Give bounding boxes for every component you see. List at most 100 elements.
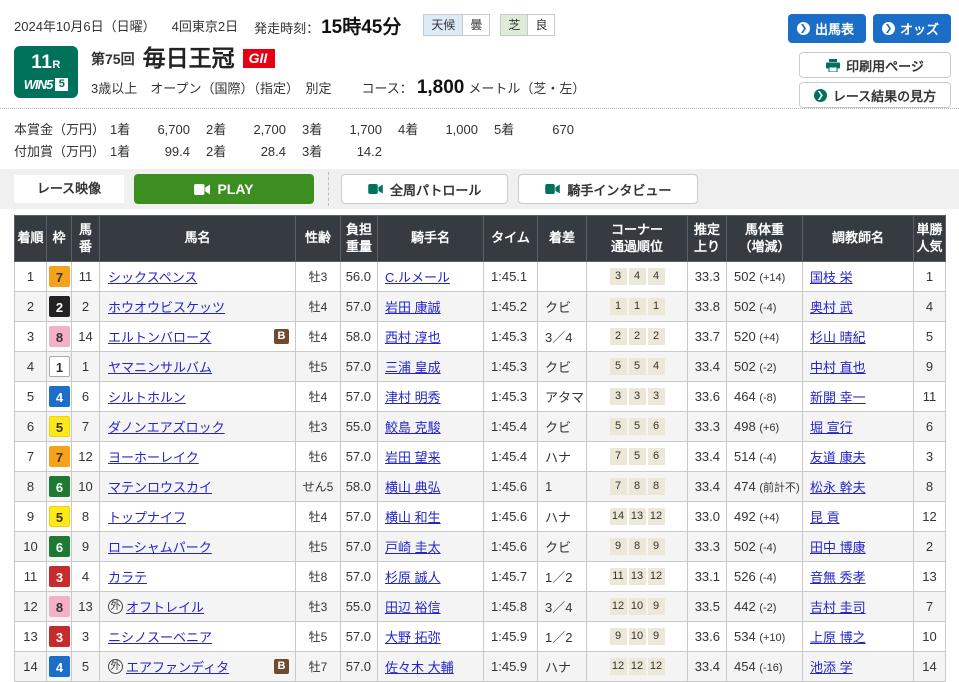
body-weight-value: 442 (734, 599, 759, 614)
jockey-link[interactable]: 横山 和生 (385, 510, 441, 525)
jockey-link[interactable]: 大野 拓弥 (385, 630, 441, 645)
load-weight-cell: 57.0 (341, 502, 378, 532)
corner-position: 1 (610, 298, 627, 315)
corner-position: 13 (629, 568, 646, 585)
win-favorite-cell: 11 (914, 382, 946, 412)
body-weight-cell: 454 (-16) (727, 652, 803, 682)
trainer-link[interactable]: 杉山 晴紀 (810, 330, 866, 345)
trainer-link[interactable]: 音無 秀孝 (810, 570, 866, 585)
body-weight-value: 520 (734, 329, 759, 344)
corner-position: 9 (648, 598, 665, 615)
jockey-link[interactable]: 岩田 康誠 (385, 300, 441, 315)
trainer-link[interactable]: 吉村 圭司 (810, 600, 866, 615)
play-button[interactable]: PLAY (134, 174, 314, 204)
horse-link[interactable]: オフトレイル (126, 597, 204, 616)
patrol-video-button[interactable]: 全周パトロール (341, 174, 508, 204)
waku-cell: 7 (47, 262, 72, 292)
body-weight-value: 454 (734, 659, 759, 674)
jockey-link[interactable]: 田辺 裕信 (385, 600, 441, 615)
horse-link[interactable]: ダノンエアズロック (108, 417, 225, 436)
jockey-link[interactable]: 鮫島 克駿 (385, 420, 441, 435)
margin-cell: 3／4 (538, 322, 587, 352)
waku-cell: 6 (47, 532, 72, 562)
result-guide-button[interactable]: ❯ レース結果の見方 (799, 82, 951, 108)
post-time-label: 発走時刻： (254, 21, 319, 36)
jockey-link[interactable]: 杉原 誠人 (385, 570, 441, 585)
trainer-link[interactable]: 中村 直也 (810, 360, 866, 375)
horse-name-cell: 外オフトレイル (100, 592, 296, 622)
corner-position: 2 (610, 328, 627, 345)
prize-place-label: 3着 (302, 119, 332, 138)
prize-amount: 670 (524, 122, 574, 137)
corner-position: 9 (648, 538, 665, 555)
jockey-link[interactable]: 戸崎 圭太 (385, 540, 441, 555)
trainer-link[interactable]: 池添 学 (810, 660, 853, 675)
trainer-link[interactable]: 上原 博之 (810, 630, 866, 645)
jockey-link[interactable]: 佐々木 大輔 (385, 660, 454, 675)
horse-name-wrap: 外オフトレイル (102, 597, 293, 616)
jockey-link[interactable]: 横山 典弘 (385, 480, 441, 495)
body-weight-diff: (+14) (759, 272, 785, 284)
jockey-cell: 岩田 康誠 (378, 292, 484, 322)
grade-badge: GII (243, 49, 276, 68)
sex-age-cell: 牡5 (296, 532, 341, 562)
body-weight-cell: 442 (-2) (727, 592, 803, 622)
sex-age-cell: 牡5 (296, 622, 341, 652)
corner-order: 554 (589, 358, 685, 375)
corner-position: 11 (610, 568, 627, 585)
horse-link[interactable]: シックスペンス (108, 267, 197, 286)
jockey-link[interactable]: 西村 淳也 (385, 330, 441, 345)
race-conditions: 3歳以上 オープン（国際）（指定） 別定 (91, 78, 331, 97)
corner-order-cell: 141312 (587, 502, 688, 532)
horse-name-cell: カラテ (100, 562, 296, 592)
horse-link[interactable]: ヨーホーレイク (108, 447, 199, 466)
horse-link[interactable]: ホウオウビスケッツ (108, 297, 225, 316)
print-page-button[interactable]: 印刷用ページ (799, 52, 951, 78)
jockey-link[interactable]: 津村 明秀 (385, 390, 441, 405)
trainer-link[interactable]: 松永 幹夫 (810, 480, 866, 495)
trainer-link[interactable]: 田中 博康 (810, 540, 866, 555)
body-weight-value: 492 (734, 509, 759, 524)
trainer-link[interactable]: 堀 宣行 (810, 420, 853, 435)
media-bar: レース映像 PLAY 全周パトロール 騎手インタビュー (0, 169, 959, 209)
horse-link[interactable]: エルトンバローズ (108, 327, 211, 346)
win-favorite-cell: 6 (914, 412, 946, 442)
corner-position: 1 (629, 298, 646, 315)
jockey-link[interactable]: C.ルメール (385, 270, 450, 285)
course-label: コース： (361, 78, 412, 97)
turf-label: 芝 (501, 15, 527, 35)
shutsuba-button[interactable]: ❯ 出馬表 (788, 14, 866, 43)
jockey-link[interactable]: 岩田 望来 (385, 450, 441, 465)
margin-cell: ハナ (538, 652, 587, 682)
trainer-cell: 池添 学 (803, 652, 914, 682)
body-weight-cell: 492 (+4) (727, 502, 803, 532)
horse-link[interactable]: エアファンディタ (126, 657, 229, 676)
corner-order: 556 (589, 418, 685, 435)
jockey-link[interactable]: 三浦 皇成 (385, 360, 441, 375)
rank-cell: 4 (15, 352, 47, 382)
trainer-link[interactable]: 国枝 栄 (810, 270, 853, 285)
trainer-link[interactable]: 奥村 武 (810, 300, 853, 315)
trainer-link[interactable]: 昆 貢 (810, 510, 840, 525)
waku-badge: 7 (49, 266, 70, 287)
last-3f-cell: 33.3 (688, 412, 727, 442)
column-header: 調教師名 (803, 216, 914, 262)
trainer-link[interactable]: 友道 康夫 (810, 450, 866, 465)
horse-link[interactable]: ローシャムパーク (108, 537, 212, 556)
jockey-cell: 佐々木 大輔 (378, 652, 484, 682)
horse-link[interactable]: ヤマニンサルバム (108, 357, 212, 376)
horse-link[interactable]: カラテ (108, 567, 147, 586)
horse-link[interactable]: マテンロウスカイ (108, 477, 212, 496)
jockey-interview-button[interactable]: 騎手インタビュー (518, 174, 698, 204)
horse-link[interactable]: ニシノスーベニア (108, 627, 212, 646)
prize-amount: 99.4 (140, 144, 190, 159)
horse-link[interactable]: シルトホルン (108, 387, 186, 406)
load-weight-cell: 57.0 (341, 292, 378, 322)
corner-position: 13 (629, 508, 646, 525)
odds-button[interactable]: ❯ オッズ (873, 14, 951, 43)
horse-name-cell: エルトンバローズB (100, 322, 296, 352)
horse-link[interactable]: トップナイフ (108, 507, 186, 526)
trainer-cell: 杉山 晴紀 (803, 322, 914, 352)
trainer-link[interactable]: 新開 幸一 (810, 390, 866, 405)
rank-cell: 8 (15, 472, 47, 502)
